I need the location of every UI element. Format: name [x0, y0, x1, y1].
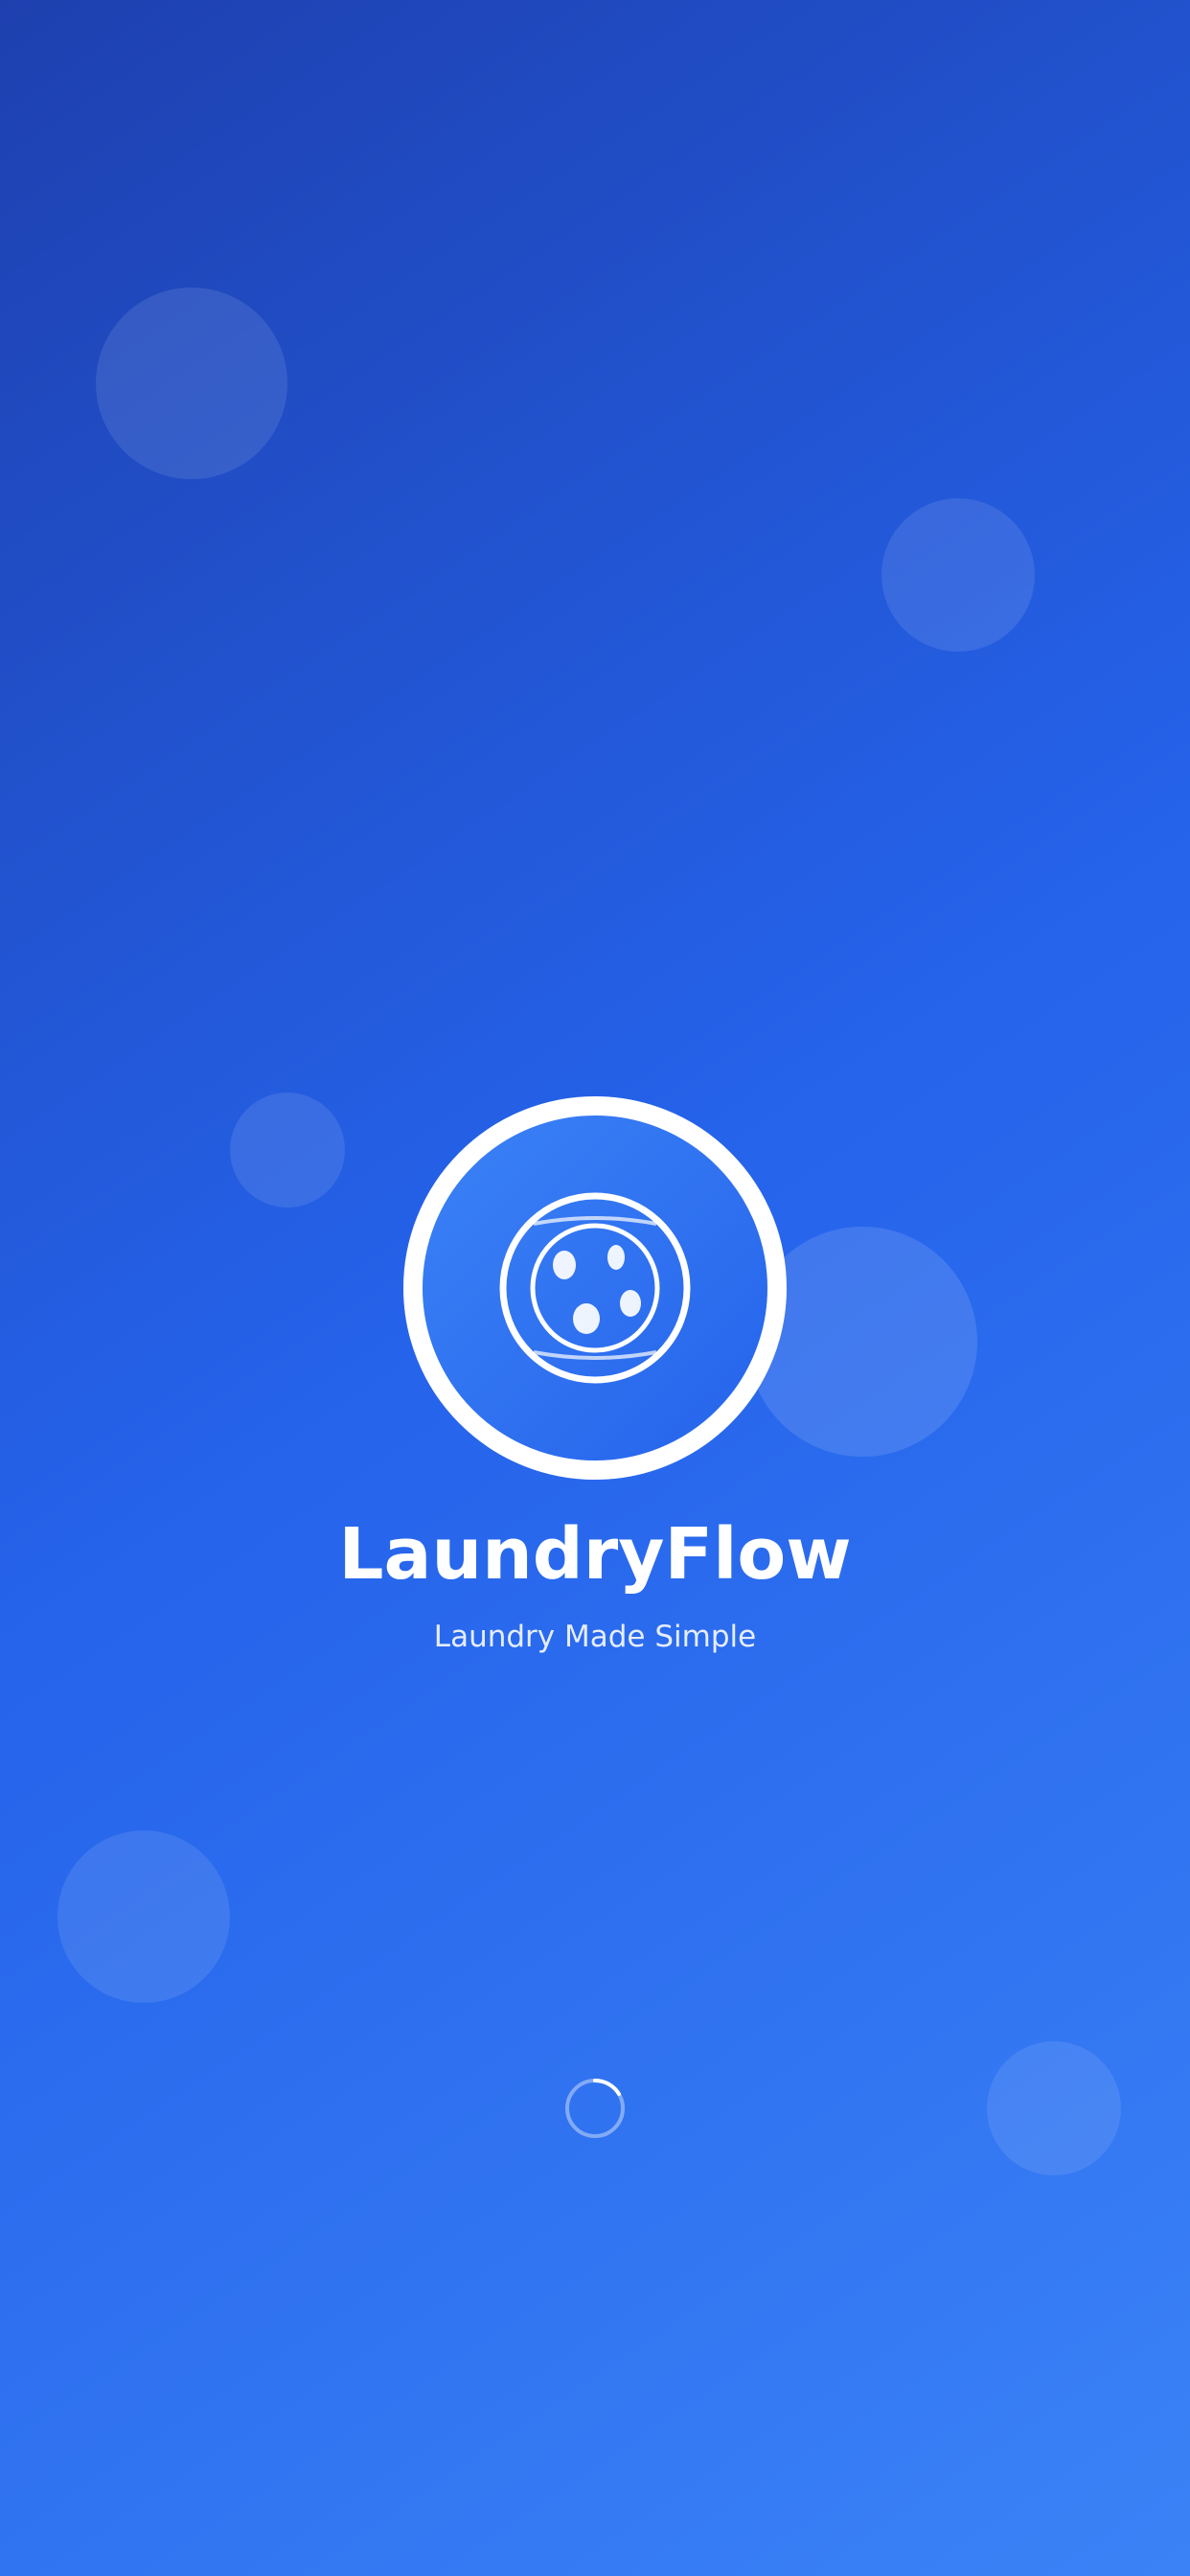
splash-screen: { "app": { "name": "LaundryFlow", "tagli… — [0, 0, 1190, 2576]
app-logo — [403, 1096, 787, 1480]
app-title: LaundryFlow — [338, 1513, 852, 1596]
decorative-bubble — [57, 1830, 230, 2003]
washing-machine-icon — [499, 1192, 691, 1384]
decorative-bubble — [987, 2041, 1121, 2175]
app-tagline: Laundry Made Simple — [433, 1620, 757, 1654]
decorative-bubble — [881, 498, 1035, 652]
decorative-bubble — [230, 1092, 345, 1208]
decorative-bubble — [96, 288, 287, 479]
loading-spinner-icon — [565, 2078, 625, 2138]
